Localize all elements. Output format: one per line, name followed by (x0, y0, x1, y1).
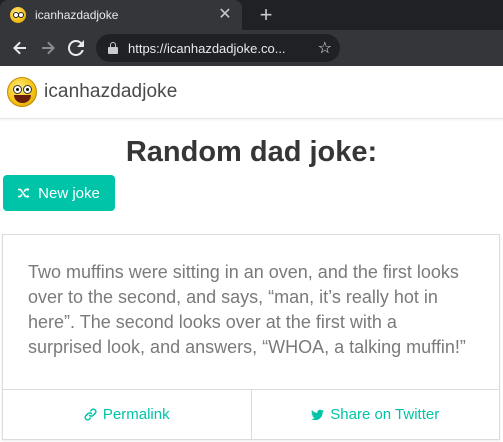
address-bar[interactable]: https://icanhazdadjoke.co... ☆ (96, 34, 340, 62)
back-arrow-icon[interactable] (6, 34, 34, 62)
browser-tab[interactable]: icanhazdadjoke ✕ (0, 0, 242, 30)
tab-strip: icanhazdadjoke ✕ + (0, 0, 503, 30)
smiley-logo-icon[interactable] (7, 77, 37, 107)
new-joke-label: New joke (38, 184, 100, 202)
share-twitter-link[interactable]: Share on Twitter (250, 390, 500, 439)
lock-icon (108, 42, 118, 54)
card-footer: Permalink Share on Twitter (3, 389, 499, 439)
site-name[interactable]: icanhazdadjoke (44, 81, 177, 103)
new-joke-button[interactable]: New joke (3, 175, 115, 211)
permalink-link[interactable]: Permalink (3, 390, 251, 439)
joke-card: Two muffins were sitting in an oven, and… (2, 234, 500, 440)
page-title: Random dad joke: (125, 136, 378, 168)
joke-text: Two muffins were sitting in an oven, and… (28, 262, 466, 357)
tab-title: icanhazdadjoke (35, 8, 119, 22)
reload-icon[interactable] (62, 34, 90, 62)
forward-arrow-icon[interactable] (34, 34, 62, 62)
close-icon[interactable]: ✕ (214, 7, 236, 23)
site-header: icanhazdadjoke (0, 66, 503, 119)
link-icon (84, 408, 97, 421)
star-icon[interactable]: ☆ (318, 38, 332, 58)
twitter-icon (311, 409, 325, 420)
browser-toolbar: https://icanhazdadjoke.co... ☆ (0, 30, 503, 66)
plus-icon[interactable]: + (255, 2, 277, 28)
smiley-favicon-icon (10, 7, 26, 23)
share-twitter-label: Share on Twitter (330, 406, 440, 423)
url-text[interactable]: https://icanhazdadjoke.co... (128, 41, 314, 56)
shuffle-icon (18, 187, 30, 199)
permalink-label: Permalink (102, 406, 170, 423)
